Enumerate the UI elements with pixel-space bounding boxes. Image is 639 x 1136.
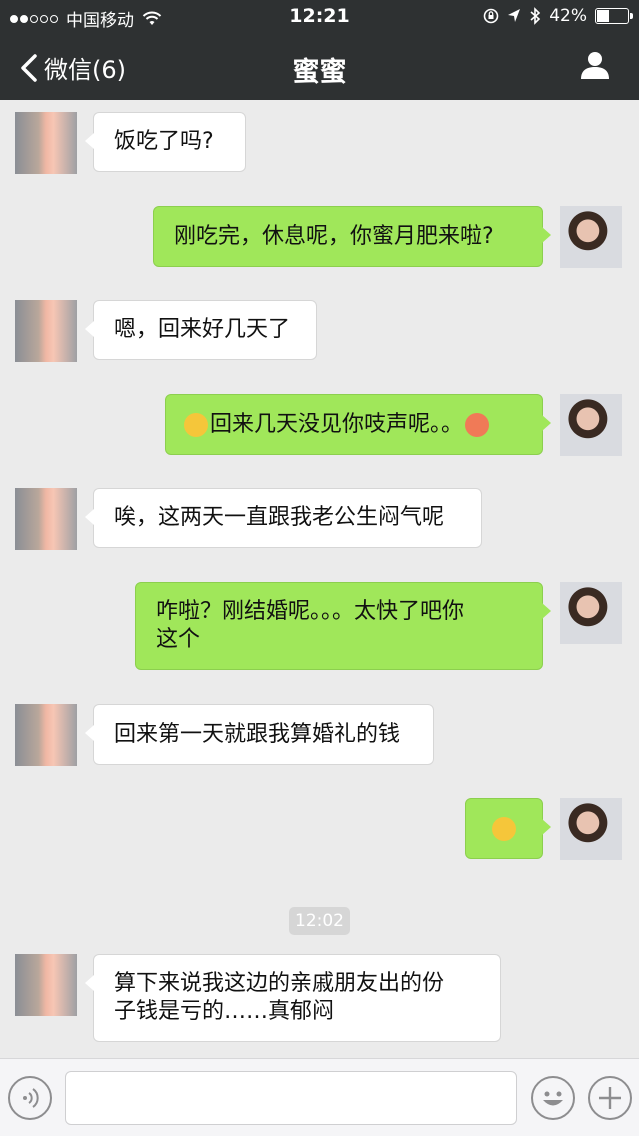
self-avatar[interactable] (560, 206, 622, 268)
message-text-line: 咋啦？刚结婚呢。。。太快了吧你 (156, 599, 465, 624)
outgoing-message-bubble[interactable]: 回来几天没见你吱声呢。。 (165, 394, 551, 455)
message-text: 唉，这两天一直跟我老公生闷气呢 (114, 505, 445, 530)
voice-icon (23, 1088, 39, 1108)
contact-avatar[interactable] (15, 300, 77, 362)
surprised-face-emoji-icon (492, 816, 516, 841)
more-options-button[interactable] (588, 1076, 632, 1120)
message-text: 嗯，回来好几天了 (114, 317, 291, 342)
self-avatar[interactable] (560, 582, 622, 644)
battery-icon (595, 8, 633, 24)
voice-input-button[interactable] (8, 1076, 52, 1120)
incoming-message-bubble[interactable]: 唉，这两天一直跟我老公生闷气呢 (85, 488, 482, 548)
message-text: 回来第一天就跟我算婚礼的钱 (114, 721, 401, 747)
message-text: 饭吃了吗? (114, 129, 214, 154)
outgoing-message-bubble[interactable] (465, 798, 551, 859)
nav-bar: 微信(6) 蜜蜜 (0, 36, 639, 100)
chat-title: 蜜蜜 (292, 57, 347, 88)
self-avatar[interactable] (560, 798, 622, 860)
unamused-face-emoji-icon (184, 412, 208, 437)
message-text: 刚吃完，休息呢，你蜜月肥来啦? (174, 223, 494, 249)
rotation-lock-icon (483, 8, 499, 24)
input-bar (0, 1058, 639, 1136)
message-text: 回来几天没见你吱声呢。。 (210, 411, 464, 437)
smiley-icon (543, 1091, 563, 1106)
message-text-line: 算下来说我这边的亲戚朋友出的份 (114, 971, 445, 996)
profile-icon[interactable] (579, 50, 611, 80)
location-arrow-icon (508, 9, 521, 22)
status-bar: 中国移动 12:21 42% (0, 0, 639, 34)
incoming-message-bubble[interactable]: 算下来说我这边的亲戚朋友出的份 子钱是亏的……真郁闷 (85, 954, 501, 1042)
battery-fill (597, 10, 610, 22)
outgoing-message-bubble[interactable]: 刚吃完，休息呢，你蜜月肥来啦? (153, 206, 551, 267)
bluetooth-icon (530, 7, 541, 25)
message-input[interactable] (65, 1071, 517, 1125)
status-right: 42% (483, 6, 633, 26)
outgoing-message-bubble[interactable]: 咋啦？刚结婚呢。。。太快了吧你 这个 (135, 582, 551, 670)
incoming-message-bubble[interactable]: 嗯，回来好几天了 (85, 300, 317, 360)
contact-avatar[interactable] (15, 112, 77, 174)
incoming-message-bubble[interactable]: 饭吃了吗? (85, 112, 246, 172)
contact-avatar[interactable] (15, 704, 77, 766)
battery-percent: 42% (549, 6, 587, 26)
emoji-picker-button[interactable] (531, 1076, 575, 1120)
contact-avatar[interactable] (15, 488, 77, 550)
chat-message-list[interactable]: 饭吃了吗? 刚吃完，休息呢，你蜜月肥来啦? 嗯，回来好几天了 回来几天没见你吱声… (0, 100, 639, 1058)
message-text-line: 这个 (156, 627, 201, 652)
incoming-message-bubble[interactable]: 回来第一天就跟我算婚礼的钱 (85, 704, 434, 765)
angry-face-emoji-icon (465, 412, 490, 437)
timestamp-badge: 12:02 (289, 907, 350, 935)
message-text-line: 子钱是亏的……真郁闷 (114, 999, 335, 1024)
contact-avatar[interactable] (15, 954, 77, 1016)
plus-icon (599, 1087, 621, 1109)
app-header: 中国移动 12:21 42% 微信(6) 蜜蜜 (0, 0, 639, 100)
self-avatar[interactable] (560, 394, 622, 456)
